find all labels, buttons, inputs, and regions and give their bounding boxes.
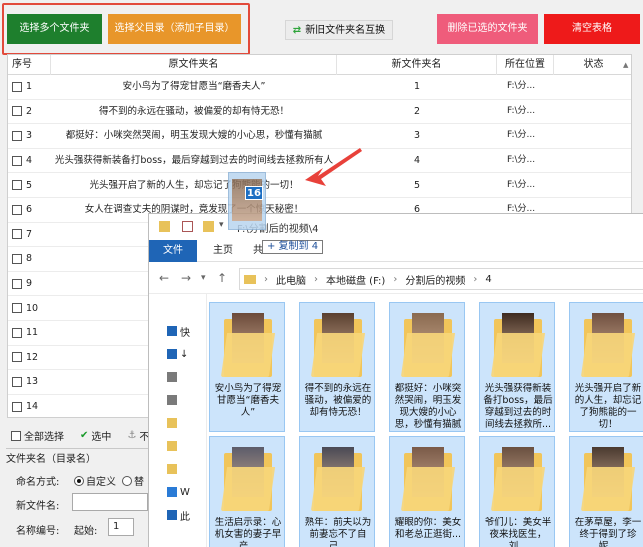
folder-view: 安小鸟为了得宠甘愿当“磨香夫人” 得不到的永远在骚动，被偏爱的却有恃无恐！ 都挺好：… <box>207 294 643 547</box>
address-bar[interactable]: › 此电脑 › 本地磁盘 (F:) › 分割后的视频 › 4 <box>239 268 643 290</box>
folder-tile[interactable]: 爷们儿：美女半夜来找医生，刘... <box>479 436 555 547</box>
explorer-titlebar: ▾ F:\分割后的视频\4 <box>149 214 643 240</box>
new-folder-icon[interactable] <box>203 221 214 232</box>
sidebar-item[interactable]: W <box>167 485 207 499</box>
image-icon <box>167 395 177 405</box>
folder-front <box>490 333 546 377</box>
cloud-icon <box>167 487 177 497</box>
pin-icon <box>167 326 177 336</box>
folder-front <box>490 467 546 511</box>
recent-dropdown-icon[interactable]: ▾ <box>201 273 206 283</box>
sidebar-item[interactable]: 此 <box>167 508 207 523</box>
folder-icon <box>167 418 177 428</box>
folder-tile[interactable]: 在茅草屋，李一终于得到了珍妮... <box>569 436 643 547</box>
folder-tile[interactable]: 安小鸟为了得宠甘愿当“磨香夫人” <box>209 302 285 432</box>
folder-label: 熟年：前夫以为前妻忘不了自己... <box>304 517 372 547</box>
copy-to-tooltip: + 复制到 4 <box>262 240 324 254</box>
folder-front <box>580 467 636 511</box>
folder-label: 都挺好：小咪突然哭闹，明玉发现大嫂的小心思，秒懂有猫腻 <box>394 383 462 430</box>
folder-front <box>400 333 456 377</box>
navigation-bar: ← → ▾ ↑ › 此电脑 › 本地磁盘 (F:) › 分割后的视频 › 4 <box>149 262 643 294</box>
sidebar-item[interactable]: ↓ <box>167 347 207 361</box>
sidebar-item[interactable] <box>167 416 207 430</box>
folder-tile[interactable]: 生活启示录：心机女害的妻子早产... <box>209 436 285 547</box>
ribbon: 文件 主页 共 <box>149 240 643 262</box>
navigation-pane: 快 ↓ W 此 <box>149 294 207 547</box>
breadcrumb-pc[interactable]: 此电脑 <box>276 272 306 287</box>
folder-tile[interactable]: 得不到的永远在骚动，被偏爱的却有恃无恐！ <box>299 302 375 432</box>
sidebar-item[interactable]: 快 <box>167 324 207 339</box>
breadcrumb-videos[interactable]: 分割后的视频 <box>405 272 465 287</box>
folder-small-icon[interactable] <box>159 221 170 232</box>
file-explorer-window: ▾ F:\分割后的视频\4 文件 主页 共 ← → ▾ ↑ › 此电脑 › 本地… <box>148 213 643 547</box>
up-icon[interactable]: ↑ <box>217 271 227 285</box>
breadcrumb-4[interactable]: 4 <box>485 274 491 285</box>
folder-tile[interactable]: 光头强获得新装备打boss，最后穿越到过去的时间线去拯救所... <box>479 302 555 432</box>
drag-ghost <box>228 172 266 230</box>
chevron-icon: › <box>314 273 318 285</box>
folder-front <box>310 467 366 511</box>
folder-tile[interactable]: 耀眼的你：美女和老总正逛街... <box>389 436 465 547</box>
chevron-icon: › <box>264 273 268 285</box>
sidebar-item[interactable] <box>167 370 207 384</box>
folder-label: 光头强开启了新的人生，却忘记了狗熊能的一切！ <box>574 383 642 430</box>
chevron-icon: › <box>473 273 478 285</box>
folder-label: 安小鸟为了得宠甘愿当“磨香夫人” <box>214 383 282 418</box>
folder-label: 得不到的永远在骚动，被偏爱的却有恃无恐！ <box>304 383 372 418</box>
folder-tile[interactable]: 熟年：前夫以为前妻忘不了自己... <box>299 436 375 547</box>
breadcrumb-drive[interactable]: 本地磁盘 (F:) <box>326 272 385 287</box>
folder-front <box>580 333 636 377</box>
pc-icon <box>167 510 177 520</box>
doc-icon <box>167 372 177 382</box>
tab-home[interactable]: 主页 <box>201 240 245 262</box>
folder-front <box>310 333 366 377</box>
sidebar-item[interactable] <box>167 462 207 476</box>
folder-tile[interactable]: 光头强开启了新的人生，却忘记了狗熊能的一切！ <box>569 302 643 432</box>
tab-file[interactable]: 文件 <box>149 240 197 262</box>
folder-icon <box>167 441 177 451</box>
chevron-icon: › <box>393 273 398 285</box>
quick-access-dropdown-icon[interactable]: ▾ <box>219 220 224 230</box>
back-icon[interactable]: ← <box>159 271 169 285</box>
sidebar-item[interactable] <box>167 393 207 407</box>
sidebar-item[interactable] <box>167 439 207 453</box>
folder-label: 光头强获得新装备打boss，最后穿越到过去的时间线去拯救所... <box>483 383 553 430</box>
folder-front <box>400 467 456 511</box>
folder-tile[interactable]: 都挺好：小咪突然哭闹，明玉发现大嫂的小心思，秒懂有猫腻 <box>389 302 465 432</box>
folder-icon <box>167 464 177 474</box>
folder-label: 耀眼的你：美女和老总正逛街... <box>394 517 462 540</box>
folder-mini-icon <box>244 274 256 284</box>
folder-label: 爷们儿：美女半夜来找医生，刘... <box>484 517 552 547</box>
drag-count-badge: 16 <box>245 186 263 200</box>
properties-icon[interactable] <box>182 221 193 232</box>
folder-front <box>220 333 276 377</box>
forward-icon[interactable]: → <box>181 271 191 285</box>
folder-label: 生活启示录：心机女害的妻子早产... <box>214 517 282 547</box>
download-icon <box>167 349 177 359</box>
folder-label: 在茅草屋，李一终于得到了珍妮... <box>574 517 642 547</box>
folder-front <box>220 467 276 511</box>
